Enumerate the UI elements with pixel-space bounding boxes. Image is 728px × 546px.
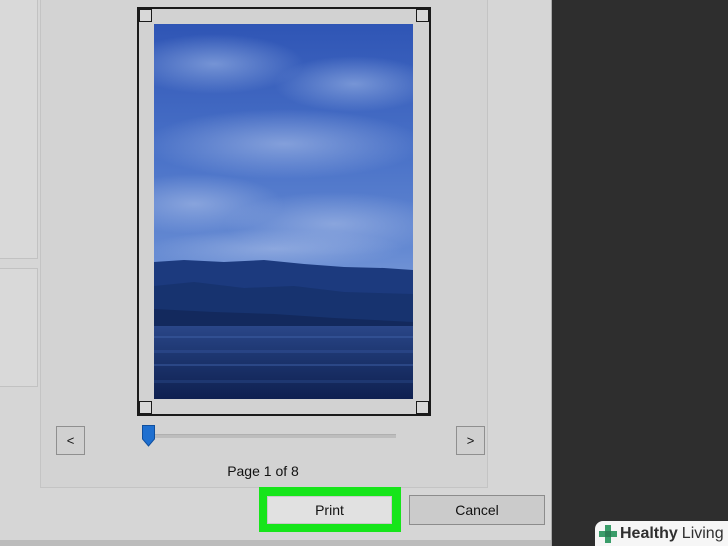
page-slider-thumb[interactable] [142,425,155,447]
watermark-brand-bold: Healthy [620,524,678,542]
cancel-button[interactable]: Cancel [409,495,545,525]
plus-cross-icon [599,524,617,543]
page-indicator: Page 1 of 8 [227,463,299,479]
crop-handle-top-right[interactable] [416,9,429,22]
settings-panel [0,0,38,259]
print-dialog: < > Page 1 of 8 Print Cancel [0,0,552,546]
chevron-left-icon: < [66,433,75,448]
previous-page-button[interactable]: < [56,426,85,455]
dialog-bottom-edge [0,540,551,546]
crop-handle-bottom-right[interactable] [416,401,429,414]
preview-photo [154,24,413,399]
print-button[interactable]: Print [267,496,392,524]
watermark-brand-light: Living [681,524,724,542]
crop-handle-top-left[interactable] [139,9,152,22]
chevron-right-icon: > [466,433,475,448]
crop-handle-bottom-left[interactable] [139,401,152,414]
page-slider-track[interactable] [148,434,396,438]
page-preview [137,7,431,416]
next-page-button[interactable]: > [456,426,485,455]
settings-panel-lower [0,268,38,387]
watermark-logo: Healthy Living [595,521,728,546]
